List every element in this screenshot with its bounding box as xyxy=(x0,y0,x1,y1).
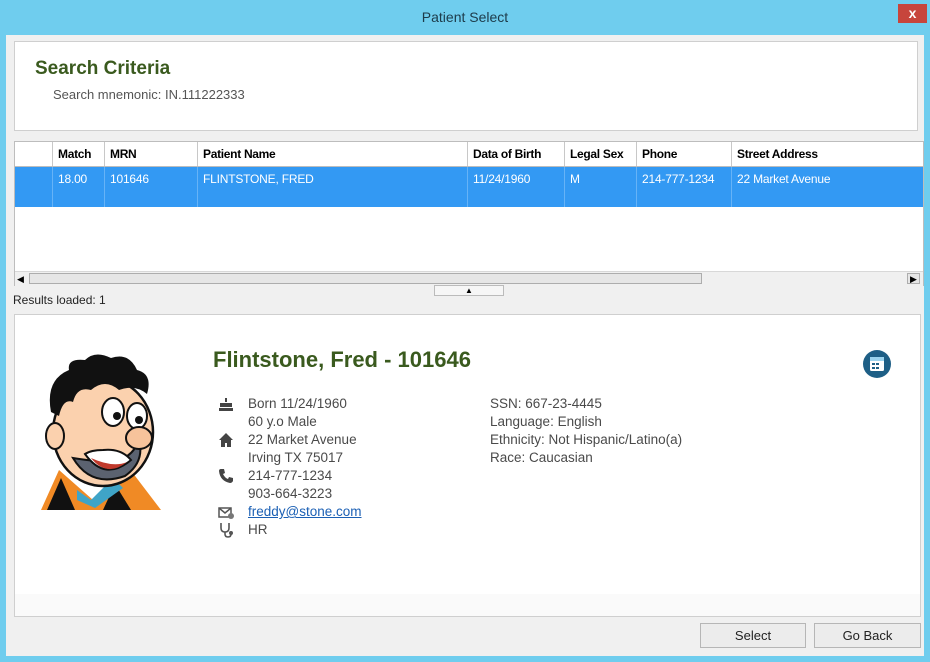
language: Language: English xyxy=(490,414,602,429)
horizontal-scrollbar[interactable]: ◀ ▶ xyxy=(15,271,923,286)
close-button[interactable]: x xyxy=(898,4,927,23)
cell-phone[interactable]: 214-777-1234 xyxy=(637,167,732,207)
cell-select[interactable] xyxy=(15,167,53,207)
race: Race: Caucasian xyxy=(490,450,593,465)
phone-secondary: 903-664-3223 xyxy=(248,486,333,501)
phone-primary: 214-777-1234 xyxy=(248,468,333,483)
ssn: SSN: 667-23-4445 xyxy=(490,396,602,411)
birth-date: Born 11/24/1960 xyxy=(248,396,347,411)
header-select[interactable] xyxy=(15,142,53,166)
header-mrn[interactable]: MRN xyxy=(105,142,198,166)
select-button[interactable]: Select xyxy=(700,623,806,648)
search-criteria-panel: Search Criteria Search mnemonic: IN.1112… xyxy=(14,41,918,131)
header-legal-sex[interactable]: Legal Sex xyxy=(565,142,637,166)
detail-footer-strip xyxy=(15,594,920,616)
header-date-of-birth[interactable]: Data of Birth xyxy=(468,142,565,166)
patient-detail-panel: Flintstone, Fred - 101646 Born 11/24/196… xyxy=(14,314,921,617)
cake-icon xyxy=(219,398,233,411)
calendar-icon[interactable] xyxy=(862,349,892,379)
patient-header-name: Flintstone, Fred - 101646 xyxy=(213,347,471,372)
header-phone[interactable]: Phone xyxy=(637,142,732,166)
scroll-right-arrow-icon[interactable]: ▶ xyxy=(907,273,920,284)
city-state-zip: Irving TX 75017 xyxy=(248,450,344,465)
email-link[interactable]: freddy@stone.com xyxy=(248,504,362,519)
cell-date-of-birth[interactable]: 11/24/1960 xyxy=(468,167,565,207)
results-grid: Match MRN Patient Name Data of Birth Leg… xyxy=(14,141,924,286)
search-mnemonic-text: Search mnemonic: IN.111222333 xyxy=(53,87,245,102)
email-icon xyxy=(218,507,234,519)
patient-avatar xyxy=(41,354,161,510)
go-back-button[interactable]: Go Back xyxy=(814,623,921,648)
search-criteria-title: Search Criteria xyxy=(35,58,171,79)
scroll-thumb[interactable] xyxy=(29,273,702,284)
street-address: 22 Market Avenue xyxy=(248,432,357,447)
header-match[interactable]: Match xyxy=(53,142,105,166)
cell-legal-sex[interactable]: M xyxy=(565,167,637,207)
table-row[interactable]: 18.00 101646 FLINTSTONE, FRED 11/24/1960… xyxy=(15,167,923,207)
provider-code: HR xyxy=(248,522,268,537)
scroll-left-arrow-icon[interactable]: ◀ xyxy=(17,274,27,284)
header-patient-name[interactable]: Patient Name xyxy=(198,142,468,166)
cell-match[interactable]: 18.00 xyxy=(53,167,105,207)
ethnicity: Ethnicity: Not Hispanic/Latino(a) xyxy=(490,432,683,447)
patient-select-window: Patient Select x Search Criteria Search … xyxy=(0,0,930,662)
header-street-address[interactable]: Street Address xyxy=(732,142,923,166)
phone-icon xyxy=(219,469,233,483)
stethoscope-icon xyxy=(220,523,233,538)
window-client-area: Search Criteria Search mnemonic: IN.1112… xyxy=(6,35,924,656)
home-icon xyxy=(219,433,233,447)
cell-patient-name[interactable]: FLINTSTONE, FRED xyxy=(198,167,468,207)
window-title: Patient Select xyxy=(421,9,509,25)
age-sex: 60 y.o Male xyxy=(248,414,317,429)
title-bar[interactable]: Patient Select x xyxy=(0,0,930,35)
results-loaded-status: Results loaded: 1 xyxy=(13,293,106,307)
grid-header: Match MRN Patient Name Data of Birth Leg… xyxy=(15,142,923,167)
cell-street-address[interactable]: 22 Market Avenue xyxy=(732,167,923,207)
splitter-collapse-handle[interactable]: ▲ xyxy=(434,285,504,296)
cell-mrn[interactable]: 101646 xyxy=(105,167,198,207)
